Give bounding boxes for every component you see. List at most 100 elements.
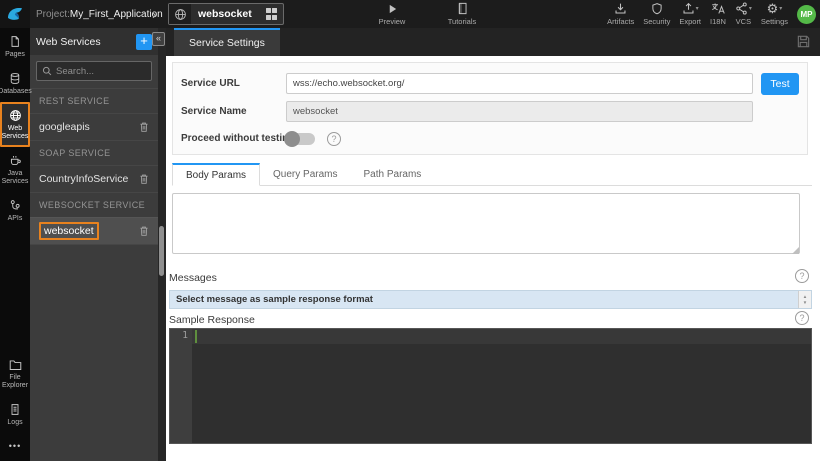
- test-button[interactable]: Test: [761, 73, 799, 95]
- collapse-panel-button[interactable]: «: [152, 32, 165, 46]
- websocket-entity-tab[interactable]: websocket: [168, 3, 284, 25]
- globe-icon: [9, 109, 22, 122]
- editor-gutter: [170, 329, 192, 443]
- play-icon: [387, 2, 398, 15]
- rail-item-pages[interactable]: Pages: [0, 28, 30, 65]
- section-rest-service: REST SERVICE: [30, 88, 158, 113]
- service-name: CountryInfoService: [39, 173, 139, 185]
- export-upload-icon: [682, 2, 695, 15]
- left-rail: Pages Databases Web Services: [0, 28, 30, 461]
- user-avatar[interactable]: MP: [797, 5, 816, 24]
- service-name: googleapis: [39, 121, 139, 133]
- grid-menu-icon[interactable]: [266, 8, 278, 20]
- trash-icon[interactable]: [139, 121, 149, 133]
- scrollbar-thumb[interactable]: [159, 226, 164, 276]
- help-icon[interactable]: ?: [795, 269, 809, 283]
- service-form-card: Service URL Test Service Name Proceed wi…: [172, 62, 808, 155]
- i18n-button[interactable]: I18N: [710, 0, 726, 28]
- search-icon: [42, 66, 52, 76]
- more-options-button[interactable]: •••: [0, 433, 30, 461]
- editor-cursor: [195, 330, 197, 343]
- service-name-input[interactable]: [286, 101, 753, 122]
- entity-tab-label: websocket: [198, 8, 252, 20]
- editor-line-number: 1: [170, 330, 188, 341]
- caret-down-icon: ▾: [779, 5, 782, 12]
- tab-body-params[interactable]: Body Params: [172, 163, 260, 186]
- messages-spinner[interactable]: ▲ ▼: [798, 291, 811, 308]
- caret-down-icon: ▾: [696, 5, 699, 12]
- resize-grip[interactable]: [792, 247, 799, 254]
- service-item-googleapis[interactable]: googleapis: [30, 113, 158, 140]
- add-service-button[interactable]: +: [136, 34, 152, 50]
- sample-response-label: Sample Response: [169, 314, 255, 326]
- editor-active-line: [192, 329, 811, 344]
- search-box: [36, 61, 152, 81]
- spinner-up-icon: ▲: [803, 294, 807, 299]
- messages-select[interactable]: Select message as sample response format…: [169, 290, 812, 309]
- rail-spacer: [0, 229, 30, 352]
- rail-item-java-services[interactable]: Java Services: [0, 147, 30, 192]
- artifacts-button[interactable]: Artifacts: [607, 0, 634, 28]
- preview-label: Preview: [379, 17, 406, 26]
- tab-query-params[interactable]: Query Params: [260, 163, 350, 185]
- param-tabs: Body Params Query Params Path Params: [172, 163, 812, 186]
- help-icon[interactable]: ?: [795, 311, 809, 325]
- book-icon: [457, 2, 468, 15]
- export-button[interactable]: ▾ Export: [679, 0, 701, 28]
- divider: [30, 244, 158, 245]
- toggle-knob: [284, 131, 300, 147]
- wavemaker-bird-icon: [6, 5, 24, 23]
- help-icon[interactable]: ?: [327, 132, 341, 146]
- coffee-cup-icon: [9, 154, 22, 167]
- artifacts-download-icon: [614, 2, 627, 15]
- security-button[interactable]: Security: [643, 0, 670, 28]
- rail-item-logs[interactable]: Logs: [0, 396, 30, 433]
- service-url-input[interactable]: [286, 73, 753, 94]
- trash-icon[interactable]: [139, 225, 149, 237]
- api-connector-icon: [9, 199, 21, 212]
- wavemaker-studio: Project: My_First_Application › websocke…: [0, 0, 820, 461]
- service-name-label: Service Name: [181, 106, 286, 117]
- proceed-toggle[interactable]: [286, 133, 315, 145]
- tab-service-settings[interactable]: Service Settings: [174, 28, 280, 56]
- wavemaker-logo[interactable]: [0, 0, 30, 28]
- rail-item-file-explorer[interactable]: File Explorer: [0, 352, 30, 396]
- globe-icon: [169, 4, 191, 24]
- vcs-button[interactable]: ▾ VCS: [735, 0, 752, 28]
- database-icon: [9, 72, 21, 85]
- preview-button[interactable]: Preview: [372, 0, 412, 28]
- sample-response-editor[interactable]: 1: [169, 328, 812, 444]
- main-area: Service Settings Service URL Test Servic…: [166, 28, 820, 461]
- trash-icon[interactable]: [139, 173, 149, 185]
- document-tab-bar: Service Settings: [166, 28, 820, 56]
- save-icon[interactable]: [796, 34, 811, 49]
- section-soap-service: SOAP SERVICE: [30, 140, 158, 165]
- settings-button[interactable]: ⚙ ▾ Settings: [761, 0, 788, 28]
- service-item-countryinfoservice[interactable]: CountryInfoService: [30, 165, 158, 192]
- breadcrumb: Project: My_First_Application: [36, 0, 163, 28]
- rail-item-web-services[interactable]: Web Services: [0, 102, 30, 147]
- tab-path-params[interactable]: Path Params: [351, 163, 435, 185]
- topbar-actions: Artifacts Security ▾: [607, 0, 816, 28]
- gear-icon: ⚙: [767, 2, 779, 15]
- chevron-right-icon: ›: [152, 0, 156, 28]
- project-label: Project:: [36, 9, 70, 20]
- web-services-panel: Web Services + REST SERVICE googleapis: [30, 28, 158, 461]
- tutorials-button[interactable]: Tutorials: [438, 0, 486, 28]
- branch-icon: [735, 2, 748, 15]
- service-item-websocket[interactable]: websocket: [30, 217, 158, 244]
- service-url-label: Service URL: [181, 78, 286, 89]
- rail-item-apis[interactable]: APIs: [0, 192, 30, 229]
- caret-down-icon: ▾: [749, 5, 752, 12]
- service-settings-content: Service URL Test Service Name Proceed wi…: [166, 56, 820, 461]
- rail-item-databases[interactable]: Databases: [0, 65, 30, 102]
- panel-header: Web Services +: [30, 28, 158, 55]
- tutorials-label: Tutorials: [448, 17, 476, 26]
- section-websocket-service: WEBSOCKET SERVICE: [30, 192, 158, 217]
- body-params-textarea[interactable]: [172, 193, 800, 254]
- translate-icon: [711, 2, 725, 15]
- search-input[interactable]: [56, 66, 146, 77]
- folder-icon: [9, 359, 22, 371]
- shield-icon: [651, 2, 663, 15]
- panel-title: Web Services: [36, 36, 136, 48]
